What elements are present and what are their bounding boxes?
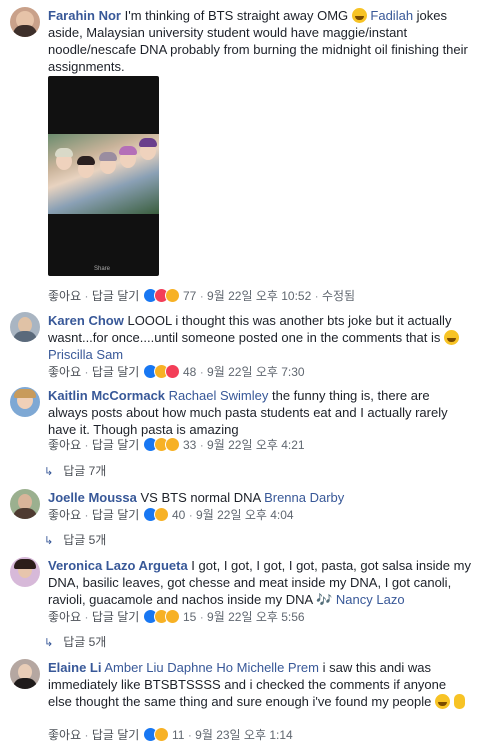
avatar[interactable]	[10, 557, 40, 587]
timestamp[interactable]: 9월 22일 오후 7:30	[207, 365, 305, 379]
reply-arrow-icon: ↳	[44, 466, 54, 478]
reaction-count: 33	[183, 438, 197, 452]
attached-photo[interactable]: Share	[48, 76, 159, 276]
reaction-count: 40	[172, 508, 186, 522]
like-link[interactable]: 좋아요	[48, 438, 81, 452]
reply-link[interactable]: 답글 달기	[92, 508, 140, 522]
comment-mentions[interactable]: Amber Liu Daphne Ho Michelle Prem	[104, 660, 319, 675]
reply-arrow-icon: ↳	[44, 535, 54, 547]
like-link[interactable]: 좋아요	[48, 728, 81, 742]
comment-mention[interactable]: Priscilla Sam	[48, 347, 123, 362]
comment-author[interactable]: Karen Chow	[48, 313, 124, 328]
like-link[interactable]: 좋아요	[48, 610, 81, 624]
avatar[interactable]	[10, 489, 40, 519]
wow-reaction-icon	[164, 437, 180, 452]
comment-author[interactable]: Farahin Nor	[48, 8, 121, 23]
timestamp[interactable]: 9월 22일 오후 10:52	[207, 289, 311, 303]
phone-status-bar	[52, 79, 155, 85]
reply-link[interactable]: 답글 달기	[92, 289, 140, 303]
haha-reaction-icon	[164, 288, 180, 303]
replies-count[interactable]: 답글 7개	[63, 464, 106, 478]
comment-text: I'm thinking of BTS straight away OMG	[124, 8, 349, 23]
reaction-count: 15	[183, 610, 197, 624]
haha-reaction-icon	[153, 727, 169, 742]
view-replies-link[interactable]: ↳ 답글 5개	[44, 531, 106, 548]
selfie-image	[48, 134, 159, 214]
love-reaction-icon	[164, 364, 180, 379]
comment-author[interactable]: Veronica Lazo Argueta	[48, 558, 188, 573]
ok-hand-emoji-icon	[453, 694, 465, 709]
avatar[interactable]	[10, 387, 40, 417]
avatar[interactable]	[10, 659, 40, 689]
reactions[interactable]	[142, 364, 180, 379]
haha-reaction-icon	[153, 507, 169, 522]
reply-link[interactable]: 답글 달기	[92, 365, 140, 379]
avatar[interactable]	[10, 312, 40, 342]
comment-mention[interactable]: Fadilah	[370, 8, 413, 23]
timestamp[interactable]: 9월 22일 오후 5:56	[207, 610, 305, 624]
view-replies-link[interactable]: ↳ 답글 7개	[44, 462, 106, 479]
comment-author[interactable]: Joelle Moussa	[48, 490, 137, 505]
comment-mention[interactable]: Rachael Swimley	[169, 388, 269, 403]
wow-reaction-icon	[164, 609, 180, 624]
reactions[interactable]	[142, 288, 180, 303]
replies-count[interactable]: 답글 5개	[63, 533, 106, 547]
comment-text: VS BTS normal DNA	[140, 490, 261, 505]
like-link[interactable]: 좋아요	[48, 289, 81, 303]
reactions[interactable]	[142, 727, 169, 742]
like-link[interactable]: 좋아요	[48, 365, 81, 379]
reply-link[interactable]: 답글 달기	[92, 438, 140, 452]
laughing-emoji-icon	[435, 694, 450, 709]
reactions[interactable]	[142, 437, 180, 452]
reaction-count: 48	[183, 365, 197, 379]
timestamp[interactable]: 9월 22일 오후 4:04	[196, 508, 294, 522]
reactions[interactable]	[142, 609, 180, 624]
comment-mention[interactable]: Nancy Lazo	[336, 592, 405, 607]
edited-label[interactable]: 수정됨	[322, 289, 355, 303]
like-link[interactable]: 좋아요	[48, 508, 81, 522]
reaction-count: 77	[183, 289, 197, 303]
comment-mention[interactable]: Brenna Darby	[264, 490, 344, 505]
reactions[interactable]	[142, 507, 169, 522]
timestamp[interactable]: 9월 22일 오후 4:21	[207, 438, 305, 452]
reply-link[interactable]: 답글 달기	[92, 728, 140, 742]
laughing-emoji-icon	[444, 330, 460, 345]
share-label: Share	[94, 266, 111, 272]
view-replies-link[interactable]: ↳ 답글 5개	[44, 633, 106, 650]
avatar[interactable]	[10, 7, 40, 37]
replies-count[interactable]: 답글 5개	[63, 635, 106, 649]
timestamp[interactable]: 9월 23일 오후 1:14	[195, 728, 293, 742]
reply-link[interactable]: 답글 달기	[92, 610, 140, 624]
comment-author[interactable]: Kaitlin McCormack	[48, 388, 165, 403]
laughing-emoji-icon	[351, 8, 367, 23]
comment-author[interactable]: Elaine Li	[48, 660, 101, 675]
reaction-count: 11	[172, 728, 185, 742]
reply-arrow-icon: ↳	[44, 637, 54, 649]
